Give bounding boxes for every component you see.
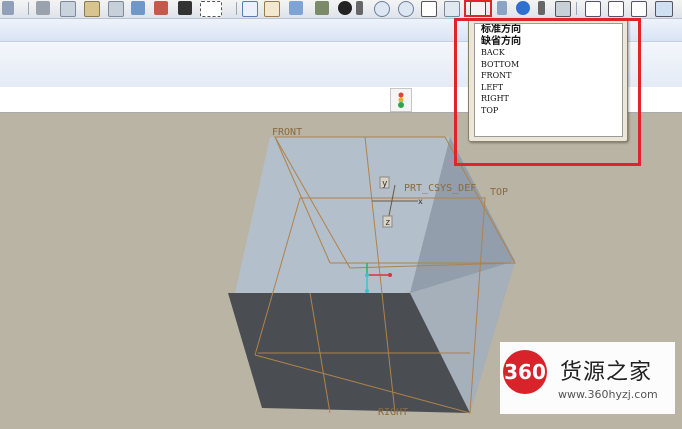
main-toolbar xyxy=(0,0,682,19)
layers-icon[interactable] xyxy=(497,1,507,15)
watermark-name: 货源之家 xyxy=(560,360,653,385)
csys-y-label: y xyxy=(382,179,388,189)
watermark-badge: 360 xyxy=(503,350,547,394)
wireframe-icon[interactable] xyxy=(585,1,601,17)
datum-front-label: FRONT xyxy=(272,127,302,138)
datum-display-icon[interactable] xyxy=(264,1,280,17)
repaint-icon[interactable] xyxy=(444,1,460,17)
cut-icon[interactable] xyxy=(36,1,50,15)
toolbar-separator xyxy=(576,2,577,15)
sketch-icon[interactable] xyxy=(242,1,258,17)
csys-name-label: PRT_CSYS_DEF xyxy=(404,183,476,194)
csys-z-label: z xyxy=(385,218,390,228)
copy-icon[interactable] xyxy=(60,1,76,17)
zoom-in-icon[interactable] xyxy=(374,1,390,17)
paste-special-icon[interactable] xyxy=(108,1,124,17)
csys-x-label: x xyxy=(418,197,423,206)
shaded-icon[interactable] xyxy=(655,1,673,17)
appearance-icon[interactable] xyxy=(315,1,329,15)
toolbar-separator xyxy=(236,2,237,15)
datum-top-label: TOP xyxy=(490,187,508,198)
paste-icon[interactable] xyxy=(84,1,100,17)
chevron-down-icon[interactable] xyxy=(356,1,363,15)
regenerate-manager-icon[interactable] xyxy=(154,1,168,15)
highlight-box-list xyxy=(454,18,641,166)
watermark: 360 货源之家 www.360hyzj.com xyxy=(500,342,675,414)
shading-sphere-icon[interactable] xyxy=(338,1,352,15)
regenerate-icon[interactable] xyxy=(131,1,145,15)
highlight-box-button xyxy=(464,0,492,17)
model-tree-icon[interactable] xyxy=(555,1,571,17)
redo-icon[interactable] xyxy=(2,1,14,15)
no-hidden-icon[interactable] xyxy=(631,1,647,17)
display-style-icon[interactable] xyxy=(516,1,530,15)
watermark-url: www.360hyzj.com xyxy=(558,388,658,401)
spin-center-icon[interactable] xyxy=(289,1,303,15)
traffic-light-icon[interactable] xyxy=(390,88,412,112)
chevron-down-icon[interactable] xyxy=(538,1,545,15)
zoom-out-icon[interactable] xyxy=(398,1,414,17)
find-icon[interactable] xyxy=(178,1,192,15)
toolbar-separator xyxy=(28,2,29,15)
datum-right-label: RIGHT xyxy=(378,407,408,418)
hidden-line-icon[interactable] xyxy=(608,1,624,17)
refit-icon[interactable] xyxy=(421,1,437,17)
select-box-icon[interactable] xyxy=(200,1,222,17)
